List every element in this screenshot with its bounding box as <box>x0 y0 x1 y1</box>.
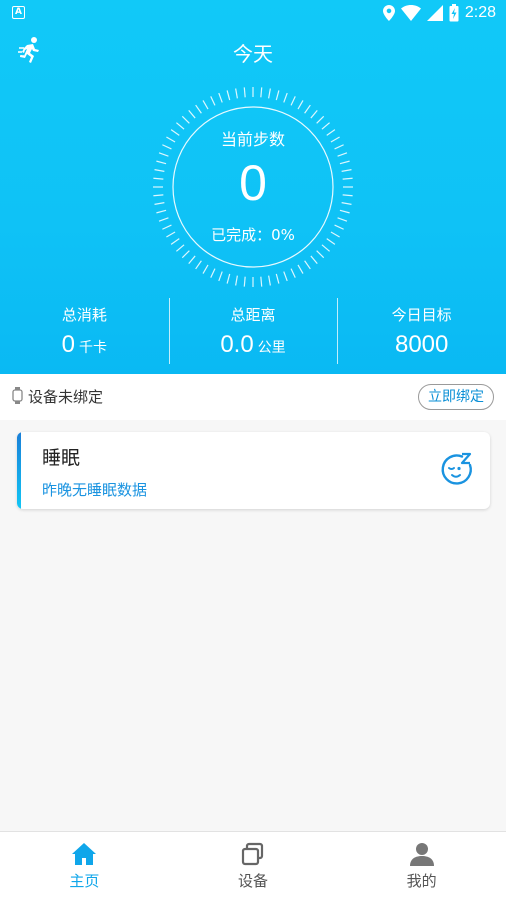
dial-tick <box>226 90 231 101</box>
dial-tick <box>195 104 202 114</box>
dial-tick <box>321 244 330 252</box>
dial-tick <box>210 268 216 278</box>
stat-distance: 总距离 0.0 公里 <box>168 296 338 366</box>
dial-tick <box>188 110 196 119</box>
dial-tick <box>181 115 190 124</box>
signal-icon <box>426 5 443 21</box>
dial-tick <box>202 264 209 274</box>
dial-tick <box>235 88 238 99</box>
stat-calories: 总消耗 0 千卡 <box>0 296 169 366</box>
dial-tick <box>243 87 246 98</box>
dial-tick <box>297 100 304 110</box>
dial-tick <box>235 275 238 286</box>
device-status-text: 设备未绑定 <box>28 388 104 406</box>
stat-unit: 千卡 <box>79 340 108 356</box>
nav-label: 主页 <box>69 872 100 890</box>
dial-tick <box>158 217 169 222</box>
dial-tick <box>275 90 280 101</box>
dial-tick <box>210 96 216 106</box>
completion-text: 已完成：0% <box>211 226 295 244</box>
dial-tick <box>181 250 190 259</box>
device-icon <box>241 842 264 866</box>
dial-tick <box>310 110 318 119</box>
nav-label: 我的 <box>406 872 437 890</box>
stat-value: 0.0 <box>220 331 254 358</box>
dial-tick <box>195 260 202 270</box>
clock: 2:28 <box>464 4 496 21</box>
nav-profile[interactable]: 我的 <box>337 832 506 898</box>
stat-label: 总距离 <box>230 306 276 324</box>
dial-tick <box>226 273 231 284</box>
app-badge-icon: A <box>12 6 25 19</box>
dial-tick <box>310 255 318 264</box>
sleep-title: 睡眠 <box>42 447 81 469</box>
bind-device-button[interactable]: 立即绑定 <box>418 384 494 410</box>
dial-tick <box>283 271 288 282</box>
steps-value: 0 <box>239 155 267 211</box>
battery-icon <box>449 4 459 22</box>
dial-tick <box>268 275 271 286</box>
top-bar: 今天 <box>0 30 506 72</box>
step-dial: 当前步数 0 已完成：0% <box>148 82 358 292</box>
dial-tick <box>260 276 263 287</box>
nav-device[interactable]: 设备 <box>169 832 338 898</box>
header-panel: A 2:28 今天 当前步数 0 已完成：0% 总消耗 0 千卡 总距离 0.0 公… <box>0 0 506 374</box>
wifi-icon <box>400 5 421 21</box>
stat-value: 0 <box>61 331 76 358</box>
stat-goal: 今日目标 8000 <box>337 296 506 366</box>
nav-home[interactable]: 主页 <box>0 832 169 898</box>
dial-tick <box>176 244 185 252</box>
stats-row: 总消耗 0 千卡 总距离 0.0 公里 今日目标 8000 <box>0 296 506 366</box>
steps-label: 当前步数 <box>220 130 285 149</box>
sleep-subtitle: 昨晚无睡眠数据 <box>42 481 148 499</box>
dial-tick <box>268 88 271 99</box>
dial-tick <box>297 264 304 274</box>
dial-tick <box>290 96 296 106</box>
nav-label: 设备 <box>238 872 269 890</box>
dial-tick <box>218 271 223 282</box>
watch-icon <box>12 387 23 404</box>
stat-label: 总消耗 <box>61 306 107 324</box>
stat-unit: 公里 <box>257 340 286 356</box>
dial-tick <box>243 276 246 287</box>
sleep-face-icon <box>441 452 472 485</box>
location-icon <box>382 5 395 21</box>
dial-tick <box>275 273 280 284</box>
dial-tick <box>290 268 296 278</box>
stat-value: 8000 <box>394 331 449 358</box>
page-title: 今天 <box>233 42 273 66</box>
status-bar: A 2:28 <box>0 0 506 26</box>
device-status-bar: 设备未绑定 立即绑定 <box>0 374 506 420</box>
dial-tick <box>304 260 311 270</box>
dial-tick <box>316 250 325 259</box>
home-icon <box>72 843 97 865</box>
dial-tick <box>260 87 263 98</box>
dial-tick <box>337 217 348 222</box>
card-accent-bar <box>17 432 21 509</box>
bottom-nav: 主页 设备 我的 <box>0 831 506 898</box>
profile-icon <box>409 843 434 866</box>
dial-tick <box>283 92 288 103</box>
sleep-card[interactable]: 睡眠 昨晚无睡眠数据 <box>17 432 490 509</box>
stat-label: 今日目标 <box>391 306 452 324</box>
dial-tick <box>304 104 311 114</box>
dial-tick <box>188 255 196 264</box>
dial-tick <box>316 115 325 124</box>
dial-tick <box>218 92 223 103</box>
dial-tick <box>202 100 209 110</box>
